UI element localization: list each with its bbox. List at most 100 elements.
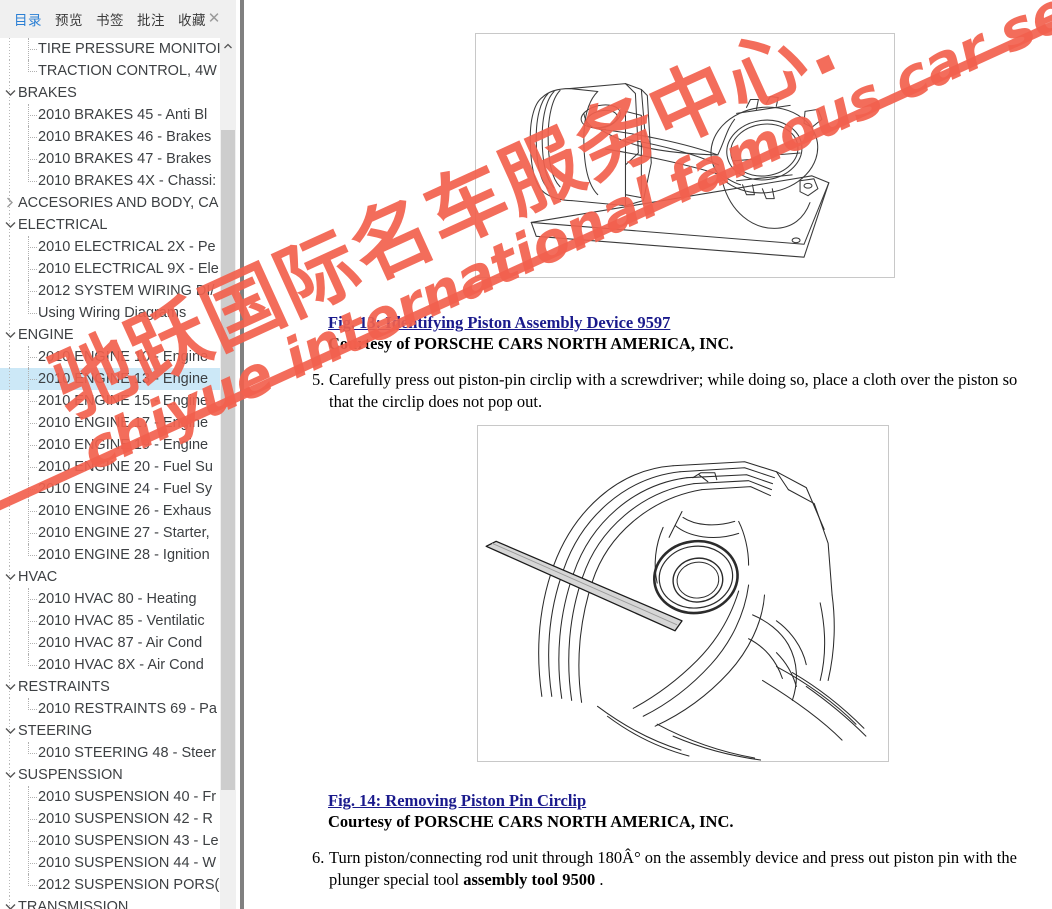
tree-guide-line [9, 632, 10, 654]
toc-item-row[interactable]: 2010 ELECTRICAL 9X - Ele [0, 258, 220, 280]
figure-13-caption-link[interactable]: Fig. 13: Identifying Piston Assembly Dev… [328, 313, 670, 333]
toc-item-row[interactable]: 2010 HVAC 85 - Ventilatic [0, 610, 220, 632]
toc-row-label: TRACTION CONTROL, 4W [38, 63, 217, 79]
toc-item-row[interactable]: 2010 BRAKES 46 - Brakes [0, 126, 220, 148]
document-view[interactable]: Fig. 13: Identifying Piston Assembly Dev… [244, 0, 1052, 909]
toc-item-row[interactable]: 2010 ENGINE 19 - Engine [0, 434, 220, 456]
toc-item-row[interactable]: 2010 STEERING 48 - Steer [0, 742, 220, 764]
tab-bookmarks[interactable]: 书签 [96, 9, 124, 29]
scrollbar-thumb[interactable] [221, 130, 235, 790]
toc-item-row[interactable]: 2012 SYSTEM WIRING DI/ [0, 280, 220, 302]
toc-item-row[interactable]: 2010 BRAKES 4X - Chassi: [0, 170, 220, 192]
tree-guide-line [9, 126, 10, 148]
toc-tree-viewport[interactable]: TIRE PRESSURE MONITOI TRACTION CONTROL, 4… [0, 38, 236, 909]
toc-item-row[interactable]: 2010 SUSPENSION 42 - R [0, 808, 220, 830]
toc-item-row[interactable]: 2010 ENGINE 10 - Engine [0, 346, 220, 368]
toc-row-label: 2010 HVAC 85 - Ventilatic [38, 613, 205, 629]
toc-row-label: 2010 ELECTRICAL 2X - Pe [38, 239, 216, 255]
tab-contents[interactable]: 目录 [14, 9, 42, 29]
tree-branch-connector [28, 38, 37, 50]
toc-row-label: 2010 ENGINE 26 - Exhaus [38, 503, 212, 519]
toc-group-row[interactable]: RESTRAINTS [0, 676, 220, 698]
tree-guide-line [9, 368, 10, 390]
chevron-down-icon[interactable] [4, 566, 16, 588]
toc-item-row[interactable]: 2010 SUSPENSION 44 - W [0, 852, 220, 874]
tree-branch-connector [28, 280, 37, 292]
toc-group-row[interactable]: ACCESORIES AND BODY, CA [0, 192, 220, 214]
toc-item-row[interactable]: 2010 BRAKES 45 - Anti Bl [0, 104, 220, 126]
toc-item-row[interactable]: 2010 ENGINE 26 - Exhaus [0, 500, 220, 522]
tree-branch-connector [28, 874, 37, 886]
toc-row-label: 2010 ENGINE 15 - Engine [38, 393, 209, 409]
tree-branch-line [28, 621, 29, 632]
tree-branch-line [28, 643, 29, 654]
toc-item-row[interactable]: 2010 SUSPENSION 43 - Le [0, 830, 220, 852]
toc-item-row[interactable]: 2010 ENGINE 15 - Engine [0, 390, 220, 412]
tree-guide-line [9, 874, 10, 896]
toc-group-row[interactable]: BRAKES [0, 82, 220, 104]
chevron-right-icon[interactable] [4, 192, 16, 214]
chevron-down-icon[interactable] [4, 764, 16, 786]
step-6-tool-name: assembly tool 9500 [463, 870, 596, 889]
tab-preview[interactable]: 预览 [55, 9, 83, 29]
toc-item-row[interactable]: 2010 ENGINE 20 - Fuel Su [0, 456, 220, 478]
toc-group-row[interactable]: STEERING [0, 720, 220, 742]
toc-row-label: 2010 ENGINE 13 - Engine [38, 371, 209, 387]
tree-branch-line [28, 159, 29, 170]
tree-branch-connector [28, 478, 37, 490]
toc-row-label: 2010 ENGINE 28 - Ignition [38, 547, 210, 563]
toc-item-row[interactable]: 2010 ENGINE 27 - Starter, [0, 522, 220, 544]
chevron-down-icon[interactable] [4, 324, 16, 346]
tree-guide-line [9, 390, 10, 412]
toc-item-row[interactable]: 2010 HVAC 8X - Air Cond [0, 654, 220, 676]
chevron-down-icon[interactable] [4, 82, 16, 104]
toc-group-row[interactable]: SUSPENSSION [0, 764, 220, 786]
chevron-down-icon[interactable] [4, 676, 16, 698]
tree-guide-line [9, 148, 10, 170]
toc-scrollbar[interactable] [220, 38, 236, 909]
toc-group-row[interactable]: ENGINE [0, 324, 220, 346]
chevron-down-icon[interactable] [4, 896, 16, 909]
toc-group-row[interactable]: ELECTRICAL [0, 214, 220, 236]
tree-guide-line [9, 742, 10, 764]
tree-branch-line [28, 863, 29, 874]
step-6: 6. Turn piston/connecting rod unit throu… [312, 847, 1032, 891]
toc-row-label: STEERING [18, 723, 93, 739]
toc-item-row[interactable]: 2010 BRAKES 47 - Brakes [0, 148, 220, 170]
toc-item-row[interactable]: 2012 SUSPENSION PORS( [0, 874, 220, 896]
chevron-down-icon[interactable] [4, 214, 16, 236]
tree-guide-line [9, 830, 10, 852]
toc-row-label: TIRE PRESSURE MONITOI [38, 41, 220, 57]
toc-item-row[interactable]: 2010 ENGINE 17 - Engine [0, 412, 220, 434]
toc-item-row[interactable]: TRACTION CONTROL, 4W [0, 60, 220, 82]
toc-item-row[interactable]: TIRE PRESSURE MONITOI [0, 38, 220, 60]
figure-13-courtesy: Courtesy of PORSCHE CARS NORTH AMERICA, … [328, 334, 734, 353]
toc-item-row[interactable]: 2010 HVAC 80 - Heating [0, 588, 220, 610]
panel-splitter[interactable] [236, 0, 244, 909]
toc-item-row[interactable]: 2010 ENGINE 13 - Engine [0, 368, 220, 390]
toc-item-row[interactable]: 2010 ENGINE 28 - Ignition [0, 544, 220, 566]
toc-row-label: 2010 SUSPENSION 42 - R [38, 811, 213, 827]
tree-branch-connector [28, 610, 37, 622]
tree-branch-connector [28, 500, 37, 512]
toc-item-row[interactable]: Using Wiring Diagrams [0, 302, 220, 324]
toc-item-row[interactable]: 2010 RESTRAINTS 69 - Pa [0, 698, 220, 720]
sidebar-panel: 目录 预览 书签 批注 收藏 ✕ TIRE PRESSURE MONITOI TR… [0, 0, 236, 909]
figure-14-caption-link[interactable]: Fig. 14: Removing Piston Pin Circlip [328, 791, 586, 811]
toc-item-row[interactable]: 2010 ELECTRICAL 2X - Pe [0, 236, 220, 258]
tree-branch-line [28, 49, 29, 60]
toc-item-row[interactable]: 2010 ENGINE 24 - Fuel Sy [0, 478, 220, 500]
tab-favorites[interactable]: 收藏 [178, 9, 206, 29]
toc-group-row[interactable]: HVAC [0, 566, 220, 588]
scroll-up-arrow-icon[interactable] [220, 38, 236, 55]
tab-annotations[interactable]: 批注 [137, 9, 165, 29]
toc-row-label: ENGINE [18, 327, 74, 343]
toc-item-row[interactable]: 2010 HVAC 87 - Air Cond [0, 632, 220, 654]
tree-branch-line [28, 489, 29, 500]
close-icon[interactable]: ✕ [206, 11, 222, 27]
toc-group-row[interactable]: TRANSMISSION [0, 896, 220, 909]
toc-item-row[interactable]: 2010 SUSPENSION 40 - Fr [0, 786, 220, 808]
toc-row-label: HVAC [18, 569, 58, 585]
chevron-down-icon[interactable] [4, 720, 16, 742]
toc-row-label: BRAKES [18, 85, 77, 101]
